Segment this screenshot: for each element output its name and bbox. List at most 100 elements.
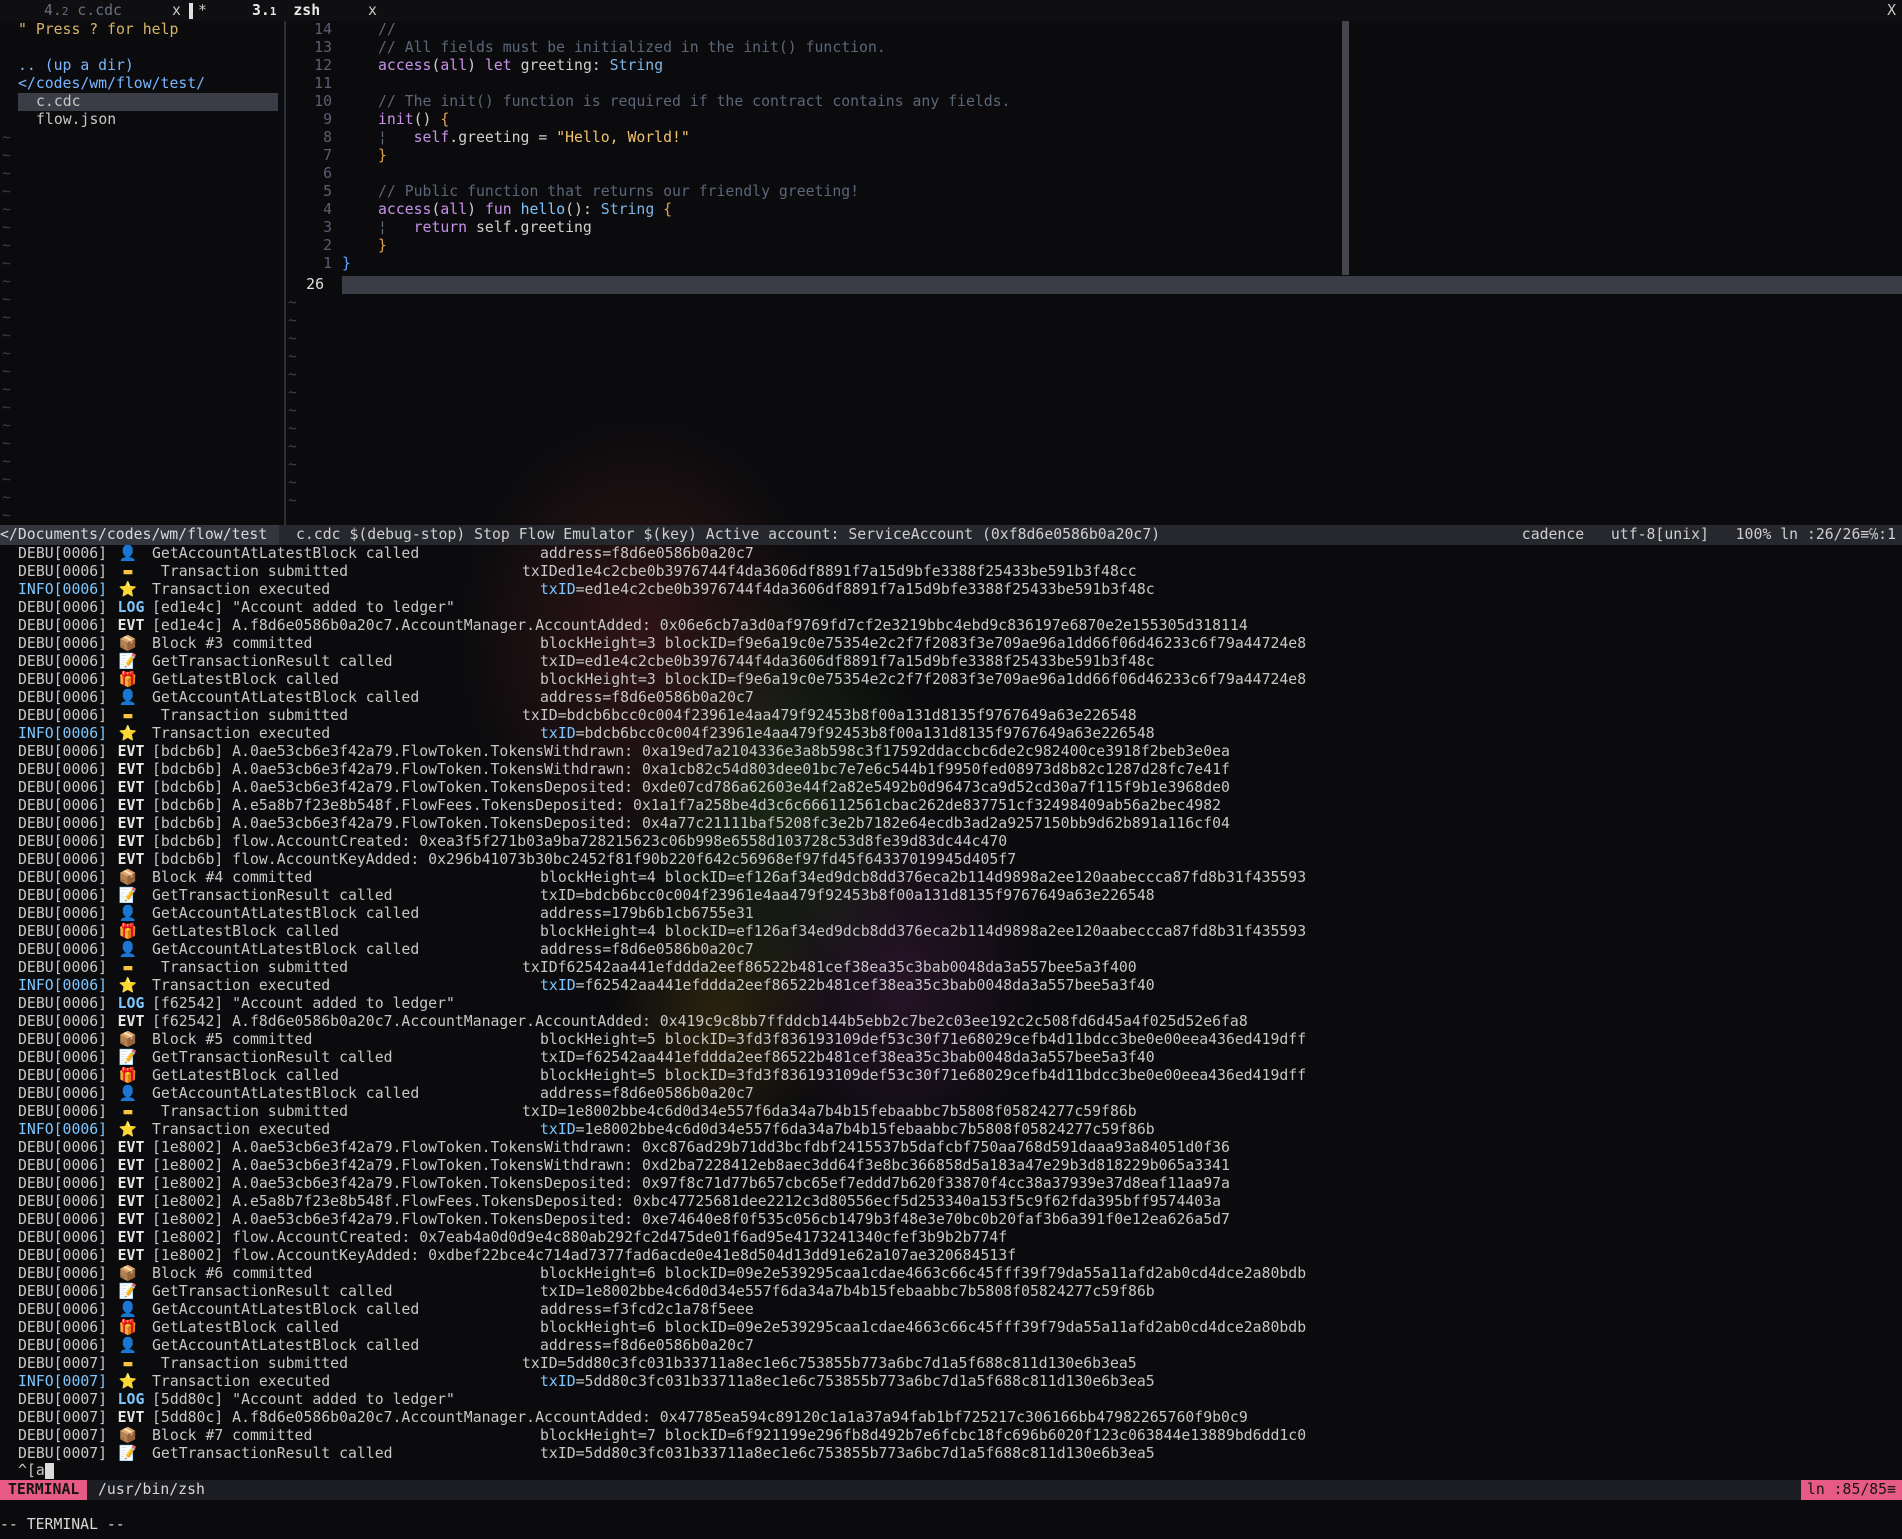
empty-line-tilde: ~ <box>2 507 11 524</box>
log-level: DEBU[0006] <box>18 797 108 814</box>
empty-line-tilde: ~ <box>288 492 297 509</box>
log-detail: blockHeight=6 blockID=09e2e539295caa1cda… <box>540 1265 1307 1282</box>
envelope-icon: ▬ <box>123 563 133 580</box>
log-detail: address=f8d6e0586b0a20c7 <box>540 941 754 958</box>
log-level: DEBU[0006] <box>18 905 108 922</box>
gift-icon: 🎁 <box>118 671 138 688</box>
code-line: access(all) let greeting: String <box>378 57 664 74</box>
log-message: GetLatestBlock called <box>152 1319 340 1336</box>
event-tag: EVT <box>117 1193 145 1210</box>
tab-c-cdc[interactable]: 4.2 c.cdc <box>44 2 122 21</box>
log-level: DEBU[0006] <box>18 761 108 778</box>
log-level: DEBU[0006] <box>18 923 108 940</box>
log-message: GetAccountAtLatestBlock called <box>152 689 420 706</box>
log-detail: blockHeight=6 blockID=09e2e539295caa1cda… <box>540 1319 1307 1336</box>
log-detail: address=f8d6e0586b0a20c7 <box>540 689 754 706</box>
log-message: Transaction executed <box>152 977 331 994</box>
empty-line-tilde: ~ <box>2 309 11 326</box>
log-detail: blockHeight=5 blockID=3fd3f836193109def5… <box>540 1031 1307 1048</box>
log-detail: txIDf62542aa441efddda2eef86522b481cef38e… <box>522 959 1137 976</box>
line-number: 6 <box>323 165 332 182</box>
cursor-line <box>342 276 1902 294</box>
log-detail: txID=f62542aa441efddda2eef86522b481cef38… <box>540 977 1155 995</box>
log-detail: blockHeight=5 blockID=3fd3f836193109def5… <box>540 1067 1307 1084</box>
event-tag: EVT <box>117 815 145 832</box>
text-cursor <box>44 1463 54 1479</box>
log-message: GetAccountAtLatestBlock called <box>152 905 420 922</box>
log-message: Transaction executed <box>152 725 331 742</box>
log-level: INFO[0006] <box>18 977 108 994</box>
tree-file[interactable]: flow.json <box>18 111 116 129</box>
status-percent: 100% <box>1735 526 1772 543</box>
tab-separator <box>189 3 193 19</box>
package-icon: 📦 <box>118 635 138 652</box>
status-right: cadence utf-8[unix] 100% ln :26/26≡℅:1 <box>1522 525 1896 545</box>
log-level: DEBU[0006] <box>18 1211 108 1228</box>
event-tag: EVT <box>117 617 145 634</box>
empty-line-tilde: ~ <box>2 129 11 146</box>
log-detail: txID=1e8002bbe4c6d0d34e557f6da34a7b4b15f… <box>540 1283 1155 1300</box>
tab-subnumber: 2 <box>61 5 69 18</box>
log-detail: blockHeight=4 blockID=ef126af34ed9dcb8dd… <box>540 923 1307 940</box>
prompt-text: ^[a <box>18 1462 45 1479</box>
empty-line-tilde: ~ <box>288 420 297 437</box>
log-level: DEBU[0006] <box>18 743 108 760</box>
log-message: Transaction submitted <box>152 959 348 976</box>
log-message: [1e8002] A.0ae53cb6e3f42a79.FlowToken.To… <box>152 1157 1230 1174</box>
tree-file-selected[interactable]: c.cdc <box>18 93 278 111</box>
empty-line-tilde: ~ <box>2 489 11 506</box>
log-message: Transaction submitted <box>152 707 348 724</box>
log-message: Block #7 committed <box>152 1427 313 1444</box>
user-icon: 👤 <box>118 941 138 958</box>
envelope-icon: ▬ <box>123 1103 133 1120</box>
package-icon: 📦 <box>118 1265 138 1282</box>
tab-close-icon[interactable]: x <box>368 2 377 20</box>
line-number: 13 <box>314 39 332 56</box>
log-message: GetTransactionResult called <box>152 1049 393 1066</box>
event-tag: EVT <box>117 1175 145 1192</box>
tree-file-label: flow.json <box>36 111 117 128</box>
editor-pane[interactable]: 14 // 13 // All fields must be initializ… <box>286 21 1902 525</box>
event-tag: EVT <box>117 761 145 778</box>
tab-zsh[interactable]: 3.1 zsh <box>252 2 320 21</box>
close-all-icon[interactable]: X <box>1887 2 1896 19</box>
tab-label: zsh <box>293 2 321 19</box>
log-level: DEBU[0006] <box>18 1247 108 1264</box>
log-detail: txIDed1e4c2cbe0b3976744f4da3606df8891f7a… <box>522 563 1137 580</box>
empty-line-tilde: ~ <box>288 348 297 365</box>
tabline: 4.2 c.cdc x * 3.1 zsh x X <box>0 0 1902 21</box>
log-message: [1e8002] A.0ae53cb6e3f42a79.FlowToken.To… <box>152 1139 1230 1156</box>
line-number: 7 <box>323 147 332 164</box>
event-tag: EVT <box>117 1409 145 1426</box>
log-message: [5dd80c] "Account added to ledger" <box>152 1391 455 1408</box>
tree-root[interactable]: </codes/wm/flow/test/ <box>18 75 205 93</box>
modified-marker: * <box>198 2 207 19</box>
log-detail-key: txID <box>540 977 576 994</box>
tab-label: c.cdc <box>77 2 122 19</box>
line-number: 2 <box>323 237 332 254</box>
log-detail: address=f8d6e0586b0a20c7 <box>540 545 754 562</box>
log-detail-value: =ed1e4c2cbe0b3976744f4da3606df8891f7a15d… <box>575 581 1155 598</box>
tab-close-icon[interactable]: x <box>172 2 181 20</box>
empty-line-tilde: ~ <box>288 330 297 347</box>
status-commands[interactable]: $(debug-stop) Stop Flow Emulator $(key) … <box>349 526 1160 543</box>
log-message: GetTransactionResult called <box>152 887 393 904</box>
code-line: } <box>378 237 387 254</box>
log-detail: blockHeight=3 blockID=f9e6a19c0e75354e2c… <box>540 671 1307 688</box>
status-file: c.cdc <box>296 526 341 543</box>
log-message: GetLatestBlock called <box>152 1067 340 1084</box>
log-detail-key: txID <box>540 1373 576 1390</box>
gift-icon: 🎁 <box>118 1319 138 1336</box>
log-level: DEBU[0006] <box>18 851 108 868</box>
log-level: DEBU[0006] <box>18 1301 108 1318</box>
log-message: [bdcb6b] A.0ae53cb6e3f42a79.FlowToken.To… <box>152 743 1230 760</box>
log-level: DEBU[0006] <box>18 869 108 886</box>
empty-line-tilde: ~ <box>2 435 11 452</box>
event-tag: EVT <box>117 851 145 868</box>
terminal-prompt[interactable]: ^[a <box>18 1462 54 1480</box>
log-message: Transaction submitted <box>152 1103 348 1120</box>
empty-line-tilde: ~ <box>288 402 297 419</box>
line-number: 14 <box>314 21 332 38</box>
tree-up-dir[interactable]: .. (up a dir) <box>18 57 134 75</box>
split-scrollbar[interactable] <box>1342 21 1349 275</box>
